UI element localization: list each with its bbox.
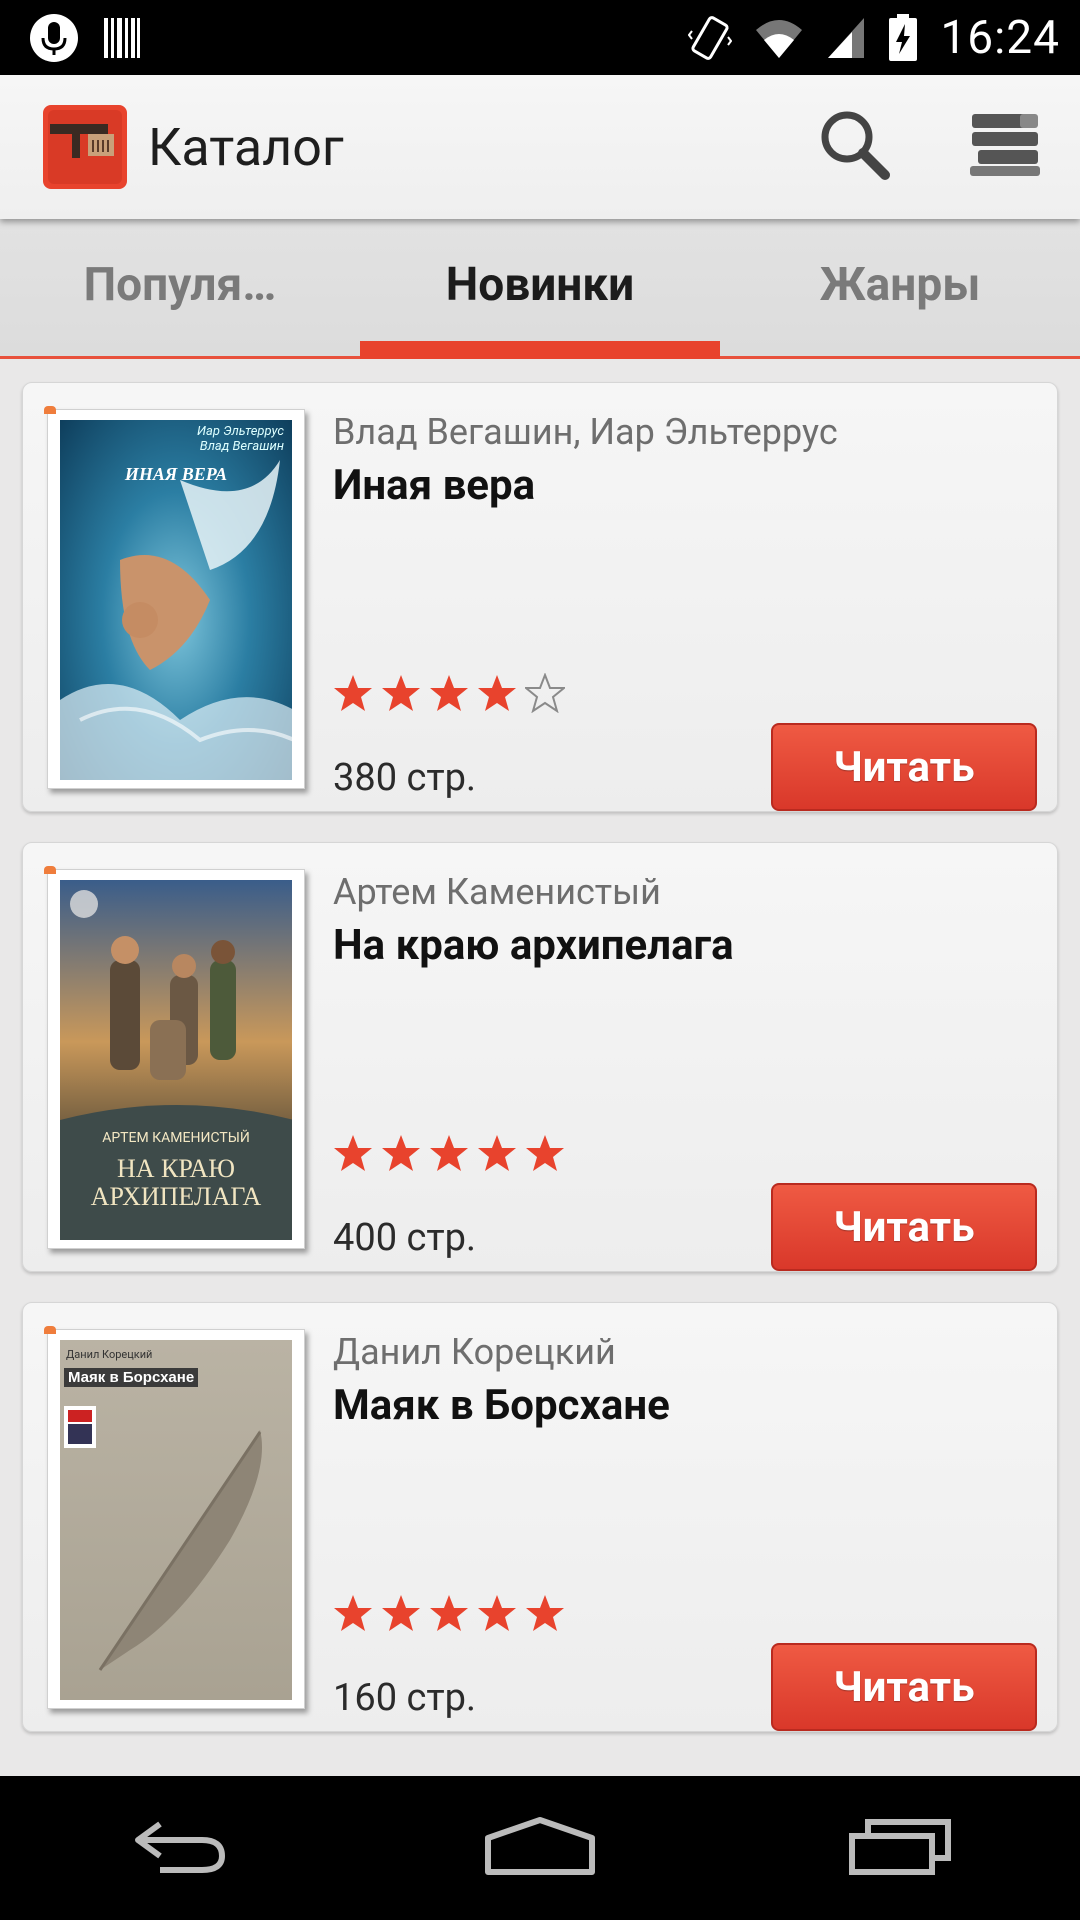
star-filled-icon [382, 1135, 420, 1171]
book-info: Артем Каменистый На краю архипелага 400 … [333, 871, 1037, 1271]
star-filled-icon [430, 1135, 468, 1171]
search-icon [817, 107, 893, 187]
recent-apps-icon [848, 1816, 952, 1880]
cover-authors: Иар Эльтеррус Влад Вегашин [196, 424, 284, 454]
microphone-icon [28, 12, 80, 64]
cover-authors: АРТЕМ КАМЕНИСТЫЙ [102, 1130, 250, 1146]
home-button[interactable] [440, 1776, 640, 1920]
cover-title: ИНАЯ ВЕРА [124, 464, 228, 484]
book-author: Влад Вегашин, Иар Эльтеррус [333, 411, 838, 453]
star-filled-icon [382, 1595, 420, 1631]
bookshelf-button[interactable] [930, 75, 1080, 219]
cover-title: НА КРАЮ АРХИПЕЛАГА [90, 1154, 262, 1211]
book-list[interactable]: Иар Эльтеррус Влад Вегашин ИНАЯ ВЕРА Вла… [0, 362, 1080, 1776]
read-button[interactable]: Читать [771, 723, 1037, 811]
status-time: 16:24 [940, 10, 1060, 65]
barcode-icon [102, 16, 142, 60]
read-button[interactable]: Читать [771, 1183, 1037, 1271]
page-count: 380 стр. [333, 756, 477, 800]
star-filled-icon [478, 1135, 516, 1171]
app-title: Каталог [148, 116, 344, 178]
battery-charging-icon [888, 13, 918, 62]
star-filled-icon [334, 1135, 372, 1171]
star-filled-icon [334, 1595, 372, 1631]
signal-icon [826, 16, 866, 60]
book-card[interactable]: АРТЕМ КАМЕНИСТЫЙ НА КРАЮ АРХИПЕЛАГА Арте… [22, 842, 1058, 1272]
book-author: Данил Корецкий [333, 1331, 616, 1373]
star-filled-icon [526, 1135, 564, 1171]
bookshelf-icon [968, 110, 1042, 184]
page-count: 400 стр. [333, 1216, 477, 1260]
tab-new[interactable]: Новинки [360, 219, 720, 359]
star-filled-icon [430, 675, 468, 711]
app-bar: Каталог [0, 75, 1080, 219]
star-filled-icon [382, 675, 420, 711]
book-cover[interactable]: Иар Эльтеррус Влад Вегашин ИНАЯ ВЕРА [44, 406, 305, 789]
navigation-bar [0, 1776, 1080, 1920]
library-app-logo-icon[interactable] [42, 104, 128, 190]
read-button[interactable]: Читать [771, 1643, 1037, 1731]
book-card[interactable]: Данил Корецкий Маяк в Борсхане Данил Кор… [22, 1302, 1058, 1732]
rating-stars [333, 673, 565, 713]
star-filled-icon [334, 675, 372, 711]
tab-bar: Популя… Новинки Жанры [0, 219, 1080, 359]
wifi-icon [754, 16, 804, 60]
back-button[interactable] [80, 1776, 280, 1920]
star-empty-icon [525, 673, 565, 713]
star-filled-icon [526, 1595, 564, 1631]
book-cover[interactable]: АРТЕМ КАМЕНИСТЫЙ НА КРАЮ АРХИПЕЛАГА [44, 866, 305, 1249]
rating-stars [333, 1133, 565, 1173]
book-info: Влад Вегашин, Иар Эльтеррус Иная вера 38… [333, 411, 1037, 811]
recent-apps-button[interactable] [800, 1776, 1000, 1920]
vibrate-icon [688, 13, 733, 63]
star-filled-icon [478, 675, 516, 711]
book-author: Артем Каменистый [333, 871, 661, 913]
book-cover[interactable]: Данил Корецкий Маяк в Борсхане [44, 1326, 305, 1709]
home-icon [484, 1816, 596, 1880]
rating-stars [333, 1593, 565, 1633]
page-count: 160 стр. [333, 1676, 477, 1720]
tab-genres[interactable]: Жанры [720, 219, 1080, 356]
search-button[interactable] [780, 75, 930, 219]
book-title: Маяк в Борсхане [333, 1381, 670, 1430]
back-icon [130, 1816, 230, 1880]
book-title: На краю архипелага [333, 921, 734, 970]
book-title: Иная вера [333, 461, 536, 510]
cover-authors: Данил Корецкий [66, 1348, 153, 1361]
status-bar: 16:24 [0, 0, 1080, 75]
star-filled-icon [478, 1595, 516, 1631]
book-info: Данил Корецкий Маяк в Борсхане 160 стр. … [333, 1331, 1037, 1731]
star-filled-icon [430, 1595, 468, 1631]
tab-popular[interactable]: Популя… [0, 219, 360, 356]
book-card[interactable]: Иар Эльтеррус Влад Вегашин ИНАЯ ВЕРА Вла… [22, 382, 1058, 812]
cover-title: Маяк в Борсхане [64, 1368, 199, 1387]
